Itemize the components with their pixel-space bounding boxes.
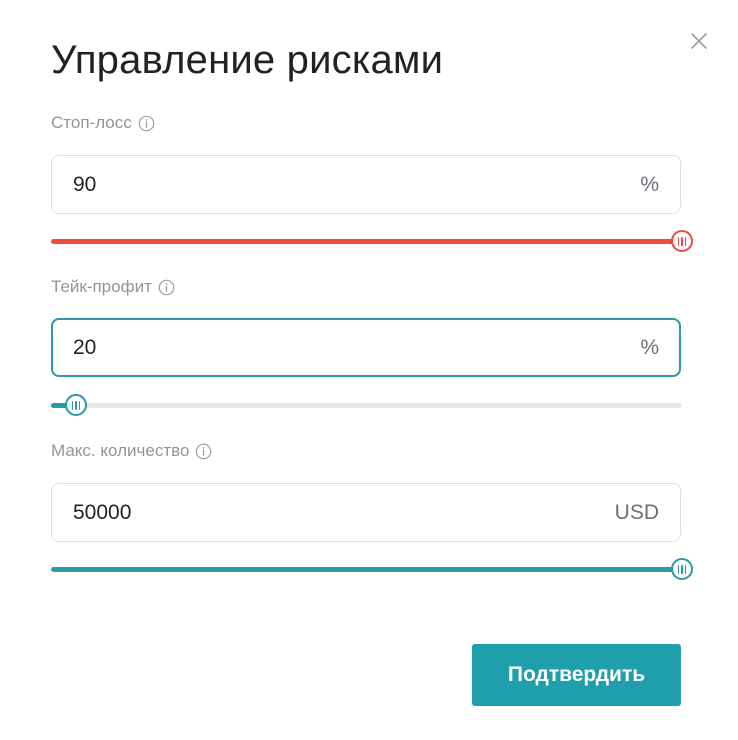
max-quantity-label-row: Макс. количество xyxy=(51,441,212,461)
risk-management-dialog: Управление рисками Стоп-лосс % Тейк-проф… xyxy=(0,0,738,740)
info-icon[interactable] xyxy=(158,279,175,296)
slider-fill xyxy=(51,239,682,244)
stop-loss-slider[interactable] xyxy=(51,230,693,252)
slider-thumb[interactable] xyxy=(65,394,87,416)
take-profit-label: Тейк-профит xyxy=(51,277,152,296)
take-profit-slider[interactable] xyxy=(51,394,682,416)
stop-loss-label: Стоп-лосс xyxy=(51,113,132,132)
slider-track xyxy=(51,403,682,408)
slider-fill xyxy=(51,567,682,572)
max-quantity-field[interactable]: USD xyxy=(51,483,681,542)
max-quantity-unit: USD xyxy=(614,500,659,524)
max-quantity-label: Макс. количество xyxy=(51,441,190,460)
slider-thumb[interactable] xyxy=(671,558,693,580)
info-icon[interactable] xyxy=(195,443,212,460)
dialog-title: Управление рисками xyxy=(51,38,444,82)
close-button[interactable] xyxy=(686,28,712,54)
close-icon xyxy=(691,33,707,49)
take-profit-label-row: Тейк-профит xyxy=(51,277,175,297)
take-profit-unit: % xyxy=(640,335,659,359)
slider-thumb[interactable] xyxy=(671,230,693,252)
stop-loss-input[interactable] xyxy=(73,172,641,197)
max-quantity-input[interactable] xyxy=(73,500,615,525)
confirm-button[interactable]: Подтвердить xyxy=(472,644,681,706)
stop-loss-label-row: Стоп-лосс xyxy=(51,113,155,133)
take-profit-field[interactable]: % xyxy=(51,318,681,377)
stop-loss-unit: % xyxy=(640,172,659,196)
info-icon[interactable] xyxy=(138,115,155,132)
take-profit-input[interactable] xyxy=(73,335,641,360)
max-quantity-slider[interactable] xyxy=(51,558,693,580)
stop-loss-field[interactable]: % xyxy=(51,155,681,214)
